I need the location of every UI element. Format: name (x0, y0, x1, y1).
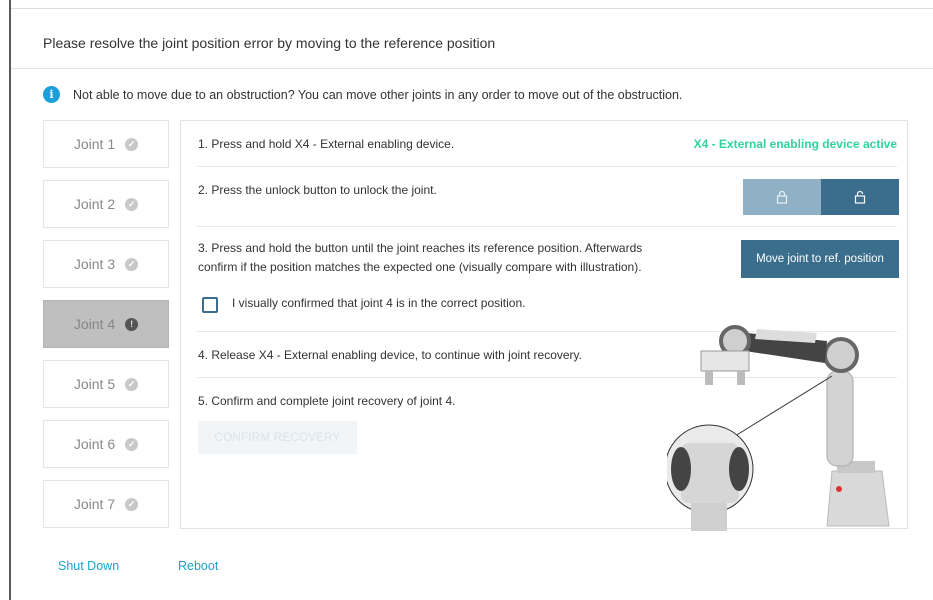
visual-confirm-label: I visually confirmed that joint 4 is in … (232, 296, 526, 310)
step-5-text: 5. Confirm and complete joint recovery o… (198, 394, 456, 408)
joint-item-7[interactable]: Joint 7 ✓ (43, 480, 169, 528)
move-joint-button[interactable]: Move joint to ref. position (741, 240, 899, 278)
joint-label: Joint 2 (73, 196, 116, 212)
step-3-text-line-2: confirm if the position matches the expe… (198, 260, 642, 274)
joint-item-2[interactable]: Joint 2 ✓ (43, 180, 169, 228)
error-circle-icon: ! (125, 317, 139, 331)
step-4-text: 4. Release X4 - External enabling device… (198, 348, 582, 362)
unlock-button[interactable] (821, 179, 899, 215)
visual-confirm-checkbox[interactable] (202, 297, 218, 313)
row-divider (197, 226, 897, 227)
info-banner: i Not able to move due to an obstruction… (43, 86, 682, 103)
page-title: Please resolve the joint position error … (43, 35, 496, 51)
step-2-text: 2. Press the unlock button to unlock the… (198, 183, 437, 197)
check-circle-icon: ✓ (125, 137, 139, 151)
joint-label: Joint 4 (73, 316, 116, 332)
title-divider (11, 68, 933, 69)
joint-label: Joint 7 (73, 496, 116, 512)
lock-toggle (743, 179, 899, 215)
joint-item-6[interactable]: Joint 6 ✓ (43, 420, 169, 468)
top-divider (11, 8, 933, 9)
step-3-text-line-1: 3. Press and hold the button until the j… (198, 241, 643, 255)
joint-item-4[interactable]: Joint 4 ! (43, 300, 169, 348)
shutdown-link[interactable]: Shut Down (58, 559, 119, 573)
check-circle-icon: ✓ (125, 377, 139, 391)
joint-label: Joint 6 (73, 436, 116, 452)
info-icon: i (43, 86, 60, 103)
joint-list: Joint 1 ✓ Joint 2 ✓ Joint 3 ✓ Joint 4 ! … (43, 120, 169, 540)
unlock-icon (854, 190, 866, 204)
joint-label: Joint 5 (73, 376, 116, 392)
check-circle-icon: ✓ (125, 497, 139, 511)
check-circle-icon: ✓ (125, 437, 139, 451)
info-text: Not able to move due to an obstruction? … (73, 87, 683, 102)
joint-item-1[interactable]: Joint 1 ✓ (43, 120, 169, 168)
left-edge (0, 0, 11, 600)
reboot-link[interactable]: Reboot (178, 559, 218, 573)
joint-item-5[interactable]: Joint 5 ✓ (43, 360, 169, 408)
robot-illustration (667, 325, 890, 531)
joint-item-3[interactable]: Joint 3 ✓ (43, 240, 169, 288)
check-circle-icon: ✓ (125, 257, 139, 271)
recovery-panel: 1. Press and hold X4 - External enabling… (180, 120, 908, 531)
lock-icon (776, 190, 788, 204)
row-divider (197, 166, 897, 167)
check-circle-icon: ✓ (125, 197, 139, 211)
confirm-recovery-button[interactable]: CONFIRM RECOVERY (198, 421, 357, 454)
enabling-device-status: X4 - External enabling device active (693, 137, 897, 151)
joint-label: Joint 3 (73, 256, 116, 272)
lock-button[interactable] (743, 179, 821, 215)
joint-label: Joint 1 (73, 136, 116, 152)
step-1-text: 1. Press and hold X4 - External enabling… (198, 137, 455, 151)
